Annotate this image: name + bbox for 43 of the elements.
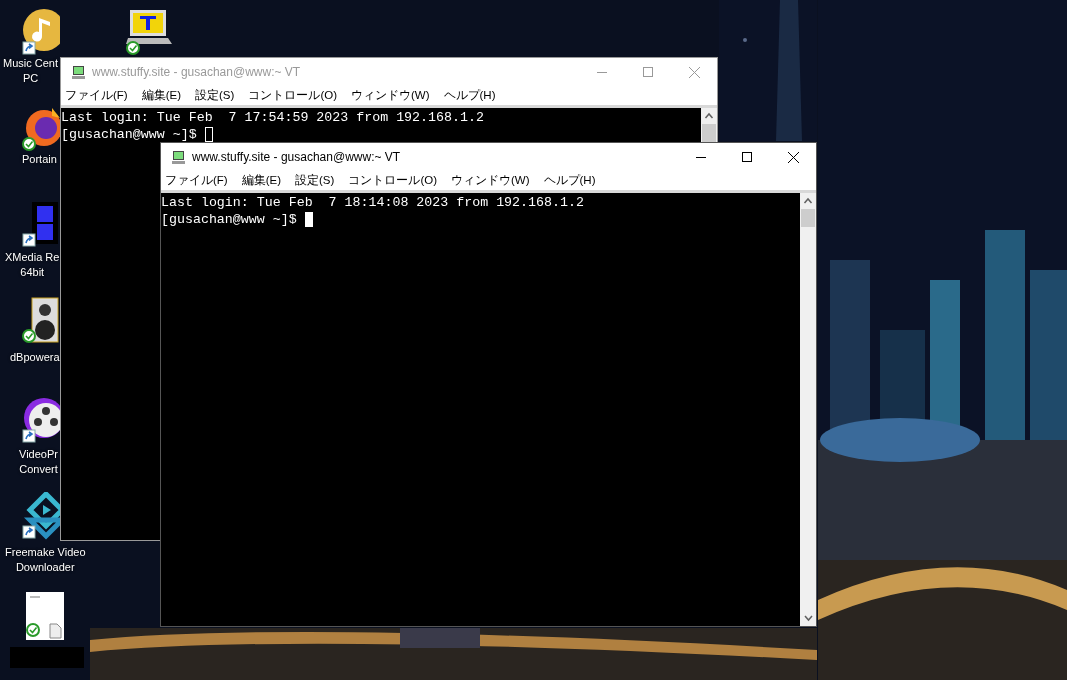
menu-item[interactable]: 編集(E) bbox=[141, 86, 182, 105]
icon-label: PC bbox=[21, 71, 40, 86]
scroll-thumb[interactable] bbox=[800, 209, 816, 227]
window-title: www.stuffy.site - gusachan@www:~ VT bbox=[92, 64, 301, 81]
terminal-line: [gusachan@www ~]$ bbox=[61, 126, 198, 143]
menu-item[interactable]: ファイル(F) bbox=[65, 86, 128, 105]
menu-item[interactable]: ウィンドウ(W) bbox=[451, 171, 530, 190]
menu-item[interactable]: 設定(S) bbox=[195, 86, 235, 105]
close-icon bbox=[787, 151, 799, 163]
maximize-icon bbox=[643, 67, 653, 77]
menu-item[interactable]: ファイル(F) bbox=[165, 171, 228, 190]
menu-item[interactable]: ウィンドウ(W) bbox=[351, 86, 430, 105]
terminal-icon bbox=[72, 65, 85, 79]
terminal-line: Last login: Tue Feb 7 18:14:08 2023 from 192.168.1.2 bbox=[161, 194, 584, 211]
diamond-arrow-icon[interactable] bbox=[22, 492, 60, 542]
icon-label: XMedia Re bbox=[5, 250, 60, 265]
scrollbar[interactable] bbox=[800, 193, 816, 626]
menu-item[interactable]: 設定(S) bbox=[295, 171, 335, 190]
icon-label: VideoPr bbox=[19, 447, 58, 462]
scroll-thumb[interactable] bbox=[701, 124, 717, 142]
window-title: www.stuffy.site - gusachan@www:~ VT bbox=[192, 149, 401, 166]
icon-label: Downloader bbox=[14, 560, 76, 575]
terminal-line: [gusachan@www ~]$ bbox=[161, 211, 298, 228]
scroll-up-icon[interactable] bbox=[701, 108, 717, 124]
terminal-line: Last login: Tue Feb 7 17:54:59 2023 from 192.168.1.2 bbox=[61, 109, 484, 126]
music-note-icon[interactable] bbox=[22, 8, 60, 58]
document-icon[interactable] bbox=[26, 590, 66, 640]
icon-label: Portain bbox=[22, 152, 57, 167]
terminal-icon bbox=[172, 150, 185, 164]
speaker-icon[interactable] bbox=[22, 296, 60, 346]
icon-label: 64bit bbox=[19, 265, 46, 280]
menu-item[interactable]: コントロール(O) bbox=[348, 171, 437, 190]
icon-label: Music Cent bbox=[3, 56, 59, 71]
icon-label: Convert bbox=[19, 462, 58, 477]
film-strip-icon[interactable] bbox=[22, 200, 60, 250]
icon-label: Freemake Video bbox=[5, 545, 86, 560]
menu-item[interactable]: 編集(E) bbox=[241, 171, 282, 190]
menu-item[interactable]: ヘルプ(H) bbox=[443, 86, 496, 105]
close-icon bbox=[688, 66, 700, 78]
menu-item[interactable]: コントロール(O) bbox=[248, 86, 337, 105]
menu-item[interactable]: ヘルプ(H) bbox=[543, 171, 596, 190]
maximize-icon bbox=[742, 152, 752, 162]
icon-label: dBpowera bbox=[10, 350, 60, 365]
